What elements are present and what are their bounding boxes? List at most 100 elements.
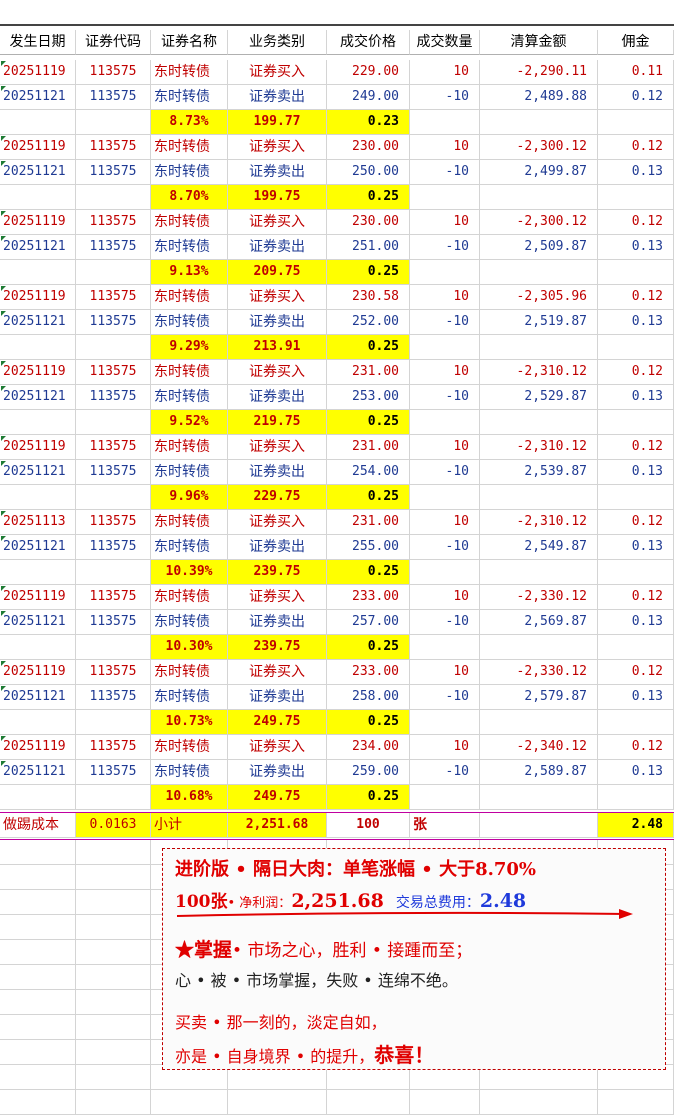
cell-commission[interactable]: 0.13 [598, 160, 674, 185]
cell-price[interactable]: 250.00 [327, 160, 410, 185]
summary-gain-percent[interactable]: 8.73% [151, 110, 228, 135]
empty-cell[interactable] [410, 635, 480, 660]
summary-gain-percent[interactable]: 9.52% [151, 410, 228, 435]
empty-cell[interactable] [480, 410, 598, 435]
cell-amount[interactable]: 2,529.87 [480, 385, 598, 410]
empty-cell[interactable] [480, 560, 598, 585]
cell-price[interactable]: 251.00 [327, 235, 410, 260]
cell-qty[interactable]: 10 [410, 435, 480, 460]
cell-commission[interactable]: 0.13 [598, 310, 674, 335]
cell-qty[interactable]: -10 [410, 310, 480, 335]
totals-unit[interactable]: 张 [410, 813, 480, 838]
empty-cell[interactable] [598, 110, 674, 135]
cell-date[interactable]: 20251119 [0, 585, 76, 610]
empty-cell[interactable] [410, 485, 480, 510]
empty-cell[interactable] [410, 260, 480, 285]
cell-amount[interactable]: 2,489.88 [480, 85, 598, 110]
cell-name[interactable]: 东时转债 [151, 760, 228, 785]
cell-name[interactable]: 东时转债 [151, 460, 228, 485]
totals-quantity[interactable]: 100 [327, 813, 410, 838]
cell-qty[interactable]: 10 [410, 660, 480, 685]
empty-cell[interactable] [0, 1065, 76, 1090]
cell-code[interactable]: 113575 [76, 760, 151, 785]
cell-commission[interactable]: 0.12 [598, 285, 674, 310]
cell-type[interactable]: 证券卖出 [228, 310, 327, 335]
cell-type[interactable]: 证券卖出 [228, 85, 327, 110]
cell-qty[interactable]: -10 [410, 610, 480, 635]
cell-qty[interactable]: -10 [410, 460, 480, 485]
cell-name[interactable]: 东时转债 [151, 510, 228, 535]
cell-date[interactable]: 20251121 [0, 235, 76, 260]
empty-cell[interactable] [76, 560, 151, 585]
cell-commission[interactable]: 0.12 [598, 135, 674, 160]
empty-cell[interactable] [0, 865, 76, 890]
cell-name[interactable]: 东时转债 [151, 285, 228, 310]
empty-cell[interactable] [598, 260, 674, 285]
empty-cell[interactable] [480, 635, 598, 660]
cell-date[interactable]: 20251121 [0, 160, 76, 185]
cell-price[interactable]: 231.00 [327, 510, 410, 535]
summary-profit[interactable]: 229.75 [228, 485, 327, 510]
cell-date[interactable]: 20251121 [0, 460, 76, 485]
empty-cell[interactable] [0, 110, 76, 135]
summary-commission[interactable]: 0.25 [327, 635, 410, 660]
cell-amount[interactable]: -2,340.12 [480, 735, 598, 760]
cell-qty[interactable]: -10 [410, 85, 480, 110]
empty-cell[interactable] [0, 785, 76, 810]
cell-name[interactable]: 东时转债 [151, 210, 228, 235]
cell-price[interactable]: 257.00 [327, 610, 410, 635]
cell-type[interactable]: 证券买入 [228, 210, 327, 235]
cell-name[interactable]: 东时转债 [151, 610, 228, 635]
totals-profit[interactable]: 2,251.68 [228, 813, 327, 838]
cell-date[interactable]: 20251121 [0, 760, 76, 785]
cell-type[interactable]: 证券买入 [228, 60, 327, 85]
summary-profit[interactable]: 249.75 [228, 785, 327, 810]
cell-type[interactable]: 证券卖出 [228, 535, 327, 560]
cell-commission[interactable]: 0.13 [598, 235, 674, 260]
cell-date[interactable]: 20251121 [0, 85, 76, 110]
empty-cell[interactable] [480, 335, 598, 360]
cell-name[interactable]: 东时转债 [151, 535, 228, 560]
empty-cell[interactable] [410, 410, 480, 435]
cell-name[interactable]: 东时转债 [151, 135, 228, 160]
cell-price[interactable]: 231.00 [327, 435, 410, 460]
cell-commission[interactable]: 0.13 [598, 610, 674, 635]
empty-cell[interactable] [0, 1015, 76, 1040]
cell-date[interactable]: 20251121 [0, 535, 76, 560]
cell-code[interactable]: 113575 [76, 360, 151, 385]
summary-commission[interactable]: 0.25 [327, 560, 410, 585]
empty-cell[interactable] [598, 635, 674, 660]
cell-name[interactable]: 东时转债 [151, 735, 228, 760]
empty-cell[interactable] [76, 840, 151, 865]
cell-type[interactable]: 证券卖出 [228, 760, 327, 785]
summary-profit[interactable]: 199.77 [228, 110, 327, 135]
cell-price[interactable]: 230.58 [327, 285, 410, 310]
summary-gain-percent[interactable]: 10.68% [151, 785, 228, 810]
cell-name[interactable]: 东时转债 [151, 160, 228, 185]
cell-commission[interactable]: 0.13 [598, 535, 674, 560]
cell-price[interactable]: 259.00 [327, 760, 410, 785]
cell-type[interactable]: 证券卖出 [228, 460, 327, 485]
cell-qty[interactable]: 10 [410, 510, 480, 535]
cell-date[interactable]: 20251119 [0, 660, 76, 685]
cell-commission[interactable]: 0.12 [598, 585, 674, 610]
cell-type[interactable]: 证券买入 [228, 285, 327, 310]
cell-commission[interactable]: 0.12 [598, 210, 674, 235]
cell-name[interactable]: 东时转债 [151, 435, 228, 460]
empty-cell[interactable] [76, 1040, 151, 1065]
cell-amount[interactable]: -2,310.12 [480, 510, 598, 535]
summary-commission[interactable]: 0.23 [327, 110, 410, 135]
summary-gain-percent[interactable]: 10.39% [151, 560, 228, 585]
empty-cell[interactable] [480, 710, 598, 735]
summary-commission[interactable]: 0.25 [327, 710, 410, 735]
summary-profit[interactable]: 239.75 [228, 635, 327, 660]
cell-amount[interactable]: -2,330.12 [480, 585, 598, 610]
summary-commission[interactable]: 0.25 [327, 260, 410, 285]
cell-qty[interactable]: 10 [410, 135, 480, 160]
summary-commission[interactable]: 0.25 [327, 410, 410, 435]
cell-price[interactable]: 233.00 [327, 660, 410, 685]
column-header-amount[interactable]: 清算金额 [480, 30, 598, 55]
cell-name[interactable]: 东时转债 [151, 385, 228, 410]
summary-profit[interactable]: 213.91 [228, 335, 327, 360]
cell-type[interactable]: 证券买入 [228, 510, 327, 535]
